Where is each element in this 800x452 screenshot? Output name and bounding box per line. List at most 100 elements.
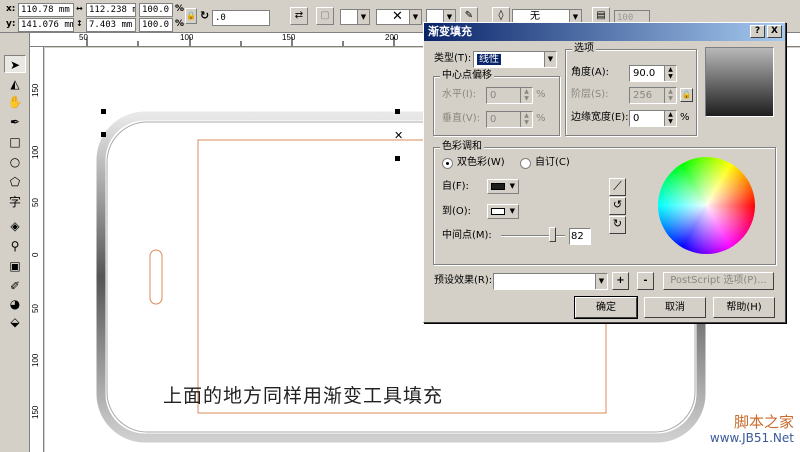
lock-ratio-icon[interactable]: 🔒 — [185, 8, 197, 24]
steps-input[interactable]: 256 ▲ ▼ — [629, 87, 677, 104]
dialog-titlebar[interactable]: 渐变填充 ? X — [424, 23, 785, 41]
ellipse-tool-icon[interactable]: ○ — [4, 153, 26, 171]
smart-fill-icon[interactable]: ⬙ — [4, 313, 26, 331]
ruler-label: 50 — [31, 198, 40, 207]
presets-dropdown[interactable]: ▼ — [493, 273, 608, 290]
pct-x: % — [175, 4, 185, 14]
angle-input[interactable]: 90.0 ▲ ▼ — [629, 65, 677, 82]
spinner-icon[interactable]: ▲ ▼ — [664, 66, 676, 81]
ruler-label: 100 — [180, 33, 194, 42]
vertical-unit: % — [536, 113, 546, 124]
options-title: 选项 — [572, 42, 596, 56]
steps-label: 阶层(S): — [571, 89, 609, 100]
edge-pad-value: 0 — [633, 113, 640, 124]
spinner-icon[interactable]: ▲ ▼ — [664, 111, 676, 126]
fill-none-label: 无 — [530, 11, 540, 22]
x-position-field[interactable]: 110.78 mm — [18, 3, 74, 17]
pct-y: % — [175, 19, 185, 29]
chevron-down-icon: ▼ — [509, 182, 515, 190]
horizontal-label: 水平(I): — [442, 89, 477, 100]
polygon-tool-icon[interactable]: ⬠ — [4, 173, 26, 191]
help-button[interactable]: 帮助(H) — [713, 297, 775, 318]
remove-preset-button[interactable]: - — [637, 272, 654, 290]
x-label: x: — [6, 4, 16, 14]
ruler-label: 150 — [31, 405, 40, 419]
close-icon[interactable]: X — [767, 25, 782, 38]
scale-x-field[interactable]: 100.0 — [139, 3, 173, 17]
add-preset-button[interactable]: + — [612, 272, 629, 290]
counterclockwise-icon[interactable]: ↺ — [609, 197, 626, 215]
gradient-preview[interactable] — [705, 47, 774, 117]
angle-value: 90.0 — [633, 68, 656, 79]
ruler-label: 150 — [31, 83, 40, 97]
postscript-options-button[interactable]: PostScript 选项(P)... — [663, 272, 774, 290]
color-blend-title: 色彩调和 — [440, 140, 484, 154]
site-watermark: 脚本之家 www.JB51.Net — [710, 414, 794, 446]
outline-pen-icon[interactable]: ✐ — [4, 277, 26, 295]
presets-label: 预设效果(R): — [434, 275, 493, 286]
dialog-title: 渐变填充 — [428, 25, 472, 38]
ruler-label: 50 — [79, 33, 88, 42]
chevron-down-icon: ▼ — [409, 10, 421, 24]
text-tool-icon[interactable]: 字 — [4, 193, 26, 211]
shadow-tool-icon[interactable]: ▣ — [4, 257, 26, 275]
chevron-down-icon: ▼ — [595, 274, 607, 289]
two-color-radio[interactable] — [442, 158, 453, 169]
edge-pad-input[interactable]: 0 ▲ ▼ — [629, 110, 677, 127]
fill-tool-icon[interactable]: ◕ — [4, 295, 26, 313]
color-wheel[interactable] — [658, 157, 755, 254]
horizontal-input[interactable]: 0 ▲ ▼ — [486, 87, 533, 104]
height-field[interactable]: 7.403 mm — [86, 18, 136, 32]
pick-tool-icon[interactable]: ➤ — [4, 55, 26, 73]
cancel-button[interactable]: 取消 — [644, 297, 706, 318]
vertical-value: 0 — [490, 114, 497, 125]
midpoint-input[interactable]: 82 — [569, 228, 591, 245]
fountain-fill-dialog: 渐变填充 ? X 类型(T): 线性 ▼ 中心点偏移 水平(I): 0 ▲ ▼ %… — [423, 22, 786, 323]
custom-label: 自订(C) — [535, 157, 570, 168]
rotation-field[interactable]: .0 — [212, 10, 270, 26]
vertical-input[interactable]: 0 ▲ ▼ — [486, 111, 533, 128]
wrap-icon[interactable]: ▢ — [316, 7, 334, 25]
horizontal-unit: % — [536, 89, 546, 100]
y-position-field[interactable]: 141.076 mm — [18, 18, 74, 32]
chevron-down-icon: ▼ — [357, 10, 369, 24]
edge-pad-label: 边缘宽度(E): — [571, 112, 629, 123]
vertical-label: 垂直(V): — [442, 113, 481, 124]
rectangle-tool-icon[interactable]: □ — [4, 133, 26, 151]
ruler-label: 0 — [31, 252, 40, 257]
watermark-line1: 脚本之家 — [733, 413, 794, 431]
spinner-icon[interactable]: ▲ ▼ — [520, 88, 532, 103]
rotate-icon: ↻ — [200, 9, 210, 22]
chevron-down-icon: ▼ — [509, 207, 515, 215]
svg-text:✕: ✕ — [394, 129, 403, 142]
fill-swatch-dropdown[interactable]: ▼ — [340, 9, 370, 25]
width-field[interactable]: 112.238 mm — [86, 3, 136, 17]
mirror-icon[interactable]: ⇄ — [290, 7, 308, 25]
freehand-tool-icon[interactable]: ✒ — [4, 113, 26, 131]
watermark-line2: www.JB51.Net — [709, 431, 794, 445]
spinner-icon[interactable]: ▲ ▼ — [664, 88, 676, 103]
type-value: 线性 — [477, 54, 501, 65]
pan-tool-icon[interactable]: ✋ — [4, 93, 26, 111]
help-icon[interactable]: ? — [750, 25, 765, 38]
eyedropper-tool-icon[interactable]: ⚲ — [4, 237, 26, 255]
lock-icon[interactable]: 🔒 — [680, 88, 693, 102]
clockwise-icon[interactable]: ↻ — [609, 216, 626, 234]
outline-style-dropdown[interactable]: ✕ ▼ — [376, 9, 422, 25]
shape-tool-icon[interactable]: ◭ — [4, 75, 26, 93]
type-dropdown[interactable]: 线性 ▼ — [473, 51, 557, 68]
scale-y-field[interactable]: 100.0 — [139, 18, 173, 32]
spinner-icon[interactable]: ▲ ▼ — [520, 112, 532, 127]
ruler-label: 150 — [282, 33, 296, 42]
left-ruler[interactable]: 150 100 50 0 50 100 150 — [30, 47, 44, 452]
direct-line-icon[interactable]: ⟋ — [609, 178, 626, 196]
to-color-button[interactable]: ▼ — [487, 204, 519, 219]
from-color-button[interactable]: ▼ — [487, 179, 519, 194]
custom-radio[interactable] — [520, 158, 531, 169]
interactive-fill-icon[interactable]: ◈ — [4, 217, 26, 235]
angle-label: 角度(A): — [571, 67, 610, 78]
midpoint-slider-thumb[interactable] — [549, 227, 557, 242]
from-color-swatch — [491, 183, 505, 190]
ok-button[interactable]: 确定 — [574, 296, 638, 319]
to-color-swatch — [491, 208, 505, 215]
